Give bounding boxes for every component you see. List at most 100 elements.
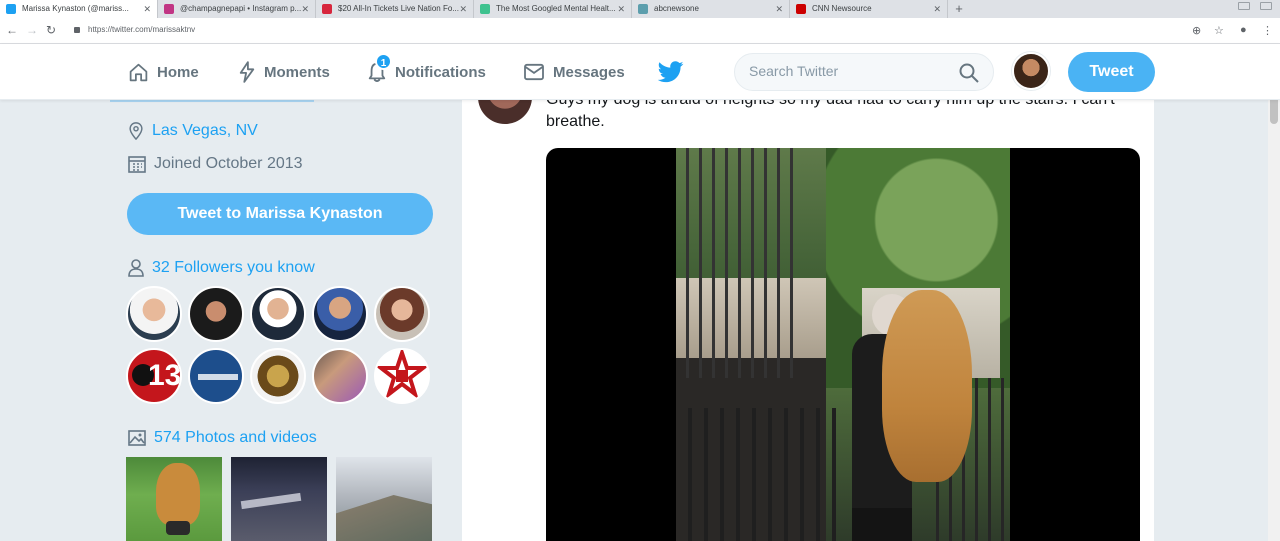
nav-messages[interactable]: Messages	[523, 44, 625, 100]
maximize-icon[interactable]	[1260, 2, 1272, 10]
tweet-text-line: Guys my dog is afraid of heights so my d…	[546, 100, 1146, 110]
tweet-text: Guys my dog is afraid of heights so my d…	[546, 100, 1146, 134]
reload-icon[interactable]: ↻	[46, 23, 56, 37]
new-tab-button[interactable]: +	[948, 0, 970, 18]
iaff-logo-icon	[376, 350, 428, 400]
tweet-button[interactable]: Tweet	[1068, 52, 1155, 92]
object-shape	[166, 521, 190, 535]
browser-tab-strip: Marissa Kynaston (@mariss... ✕ @champagn…	[0, 0, 1280, 18]
tweet-text-line-2: breathe.	[546, 113, 605, 130]
browser-tab[interactable]: abcnewsone ✕	[632, 0, 790, 18]
zoom-icon[interactable]: ⊕	[1192, 24, 1201, 37]
divider	[110, 100, 314, 102]
lock-icon	[74, 27, 80, 33]
browser-menu-icon[interactable]: ⋮	[1262, 24, 1273, 37]
follower-avatar[interactable]	[374, 286, 430, 342]
home-icon	[129, 63, 148, 81]
followers-you-know-header: 32 Followers you know	[128, 259, 315, 277]
envelope-icon	[524, 63, 544, 81]
twitter-logo[interactable]	[658, 44, 684, 100]
search-box[interactable]	[734, 53, 994, 91]
media-thumbnail[interactable]	[126, 457, 222, 541]
browser-address-bar: ← → ↻ https://twitter.com/marissaktnv ⊕ …	[0, 18, 1280, 44]
follower-avatar[interactable]	[188, 348, 244, 404]
lightning-icon	[239, 61, 255, 83]
nav-home[interactable]: Home	[128, 44, 199, 100]
close-tab-icon[interactable]: ✕	[301, 0, 309, 18]
follower-avatar[interactable]	[374, 348, 430, 404]
browser-tab[interactable]: CNN Newsource ✕	[790, 0, 948, 18]
tab-title: $20 All-In Tickets Live Nation Fo...	[338, 4, 459, 13]
browser-tab[interactable]: The Most Googled Mental Healt... ✕	[474, 0, 632, 18]
twitter-favicon-icon	[6, 4, 16, 14]
user-avatar[interactable]	[1012, 52, 1050, 90]
close-tab-icon[interactable]: ✕	[933, 0, 941, 18]
page-scrollbar[interactable]	[1268, 44, 1280, 541]
search-icon[interactable]	[959, 63, 979, 83]
tab-title: abcnewsone	[654, 4, 699, 13]
bookmark-star-icon[interactable]: ☆	[1214, 24, 1224, 37]
profile-sidebar: Las Vegas, NV Joined October 2013 Tweet …	[110, 100, 450, 541]
tweet-timeline: Guys my dog is afraid of heights so my d…	[462, 88, 1154, 541]
tweet-to-user-button[interactable]: Tweet to Marissa Kynaston	[127, 193, 433, 235]
follower-avatar[interactable]	[126, 286, 182, 342]
close-tab-icon[interactable]: ✕	[143, 0, 151, 18]
railing-lower-shape	[676, 408, 846, 541]
twitter-bird-icon	[658, 61, 684, 83]
tweet-text-line-1: Guys my dog is afraid of heights so my d…	[546, 100, 1146, 110]
account-icon[interactable]: ●	[1240, 24, 1247, 36]
nav-notifications[interactable]: 1 Notifications	[367, 44, 486, 100]
instagram-favicon-icon	[164, 4, 174, 14]
railing-shape	[676, 148, 796, 378]
twitter-top-nav: Home Moments 1 Notifications Messages Tw…	[0, 44, 1280, 100]
nav-notifications-label: Notifications	[395, 63, 486, 81]
abc-favicon-icon	[638, 4, 648, 14]
back-arrow-icon[interactable]: ←	[6, 23, 18, 37]
road-shape	[240, 492, 302, 510]
notification-badge: 1	[375, 53, 392, 70]
browser-tab[interactable]: @champagnepapi • Instagram p... ✕	[158, 0, 316, 18]
search-input[interactable]	[749, 63, 949, 79]
nav-messages-label: Messages	[553, 63, 625, 81]
org-logo-icon	[198, 374, 238, 380]
close-tab-icon[interactable]: ✕	[617, 0, 625, 18]
photos-videos-header: 574 Photos and videos	[128, 429, 317, 447]
nav-home-label: Home	[157, 63, 199, 81]
nav-moments[interactable]: Moments	[238, 44, 330, 100]
url-field[interactable]: https://twitter.com/marissaktnv	[66, 22, 1176, 40]
minimize-icon[interactable]	[1238, 2, 1250, 10]
dog-shape	[156, 463, 200, 525]
tweet-video-player[interactable]	[546, 148, 1140, 541]
location-pin-icon	[129, 122, 143, 140]
follower-avatar[interactable]	[188, 286, 244, 342]
dog-shape	[882, 290, 972, 482]
person-icon	[128, 259, 144, 277]
follower-avatar[interactable]	[312, 286, 368, 342]
window-controls	[1238, 2, 1272, 10]
close-tab-icon[interactable]: ✕	[459, 0, 467, 18]
follower-avatar[interactable]	[312, 348, 368, 404]
browser-tab[interactable]: $20 All-In Tickets Live Nation Fo... ✕	[316, 0, 474, 18]
follower-avatar[interactable]	[250, 348, 306, 404]
article-favicon-icon	[480, 4, 490, 14]
close-tab-icon[interactable]: ✕	[775, 0, 783, 18]
livenation-favicon-icon	[322, 4, 332, 14]
forward-arrow-icon[interactable]: →	[26, 23, 38, 37]
followers-you-know-link[interactable]: 32 Followers you know	[152, 259, 315, 277]
media-thumbnail[interactable]	[336, 457, 432, 541]
media-thumbnail[interactable]	[231, 457, 327, 541]
tab-title: The Most Googled Mental Healt...	[496, 4, 616, 13]
profile-joined-date: Joined October 2013	[128, 155, 303, 173]
location-link[interactable]: Las Vegas, NV	[152, 122, 258, 140]
photos-videos-link[interactable]: 574 Photos and videos	[154, 429, 317, 447]
nav-moments-label: Moments	[264, 63, 330, 81]
hill-shape	[336, 495, 432, 541]
url-text: https://twitter.com/marissaktnv	[88, 25, 196, 34]
browser-tab[interactable]: Marissa Kynaston (@mariss... ✕	[0, 0, 158, 18]
profile-location: Las Vegas, NV	[128, 122, 258, 140]
follower-avatar[interactable]	[250, 286, 306, 342]
tab-title: Marissa Kynaston (@mariss...	[22, 4, 129, 13]
media-thumbnails	[126, 457, 436, 541]
follower-avatar[interactable]: 13	[126, 348, 182, 404]
tab-title: @champagnepapi • Instagram p...	[180, 4, 302, 13]
